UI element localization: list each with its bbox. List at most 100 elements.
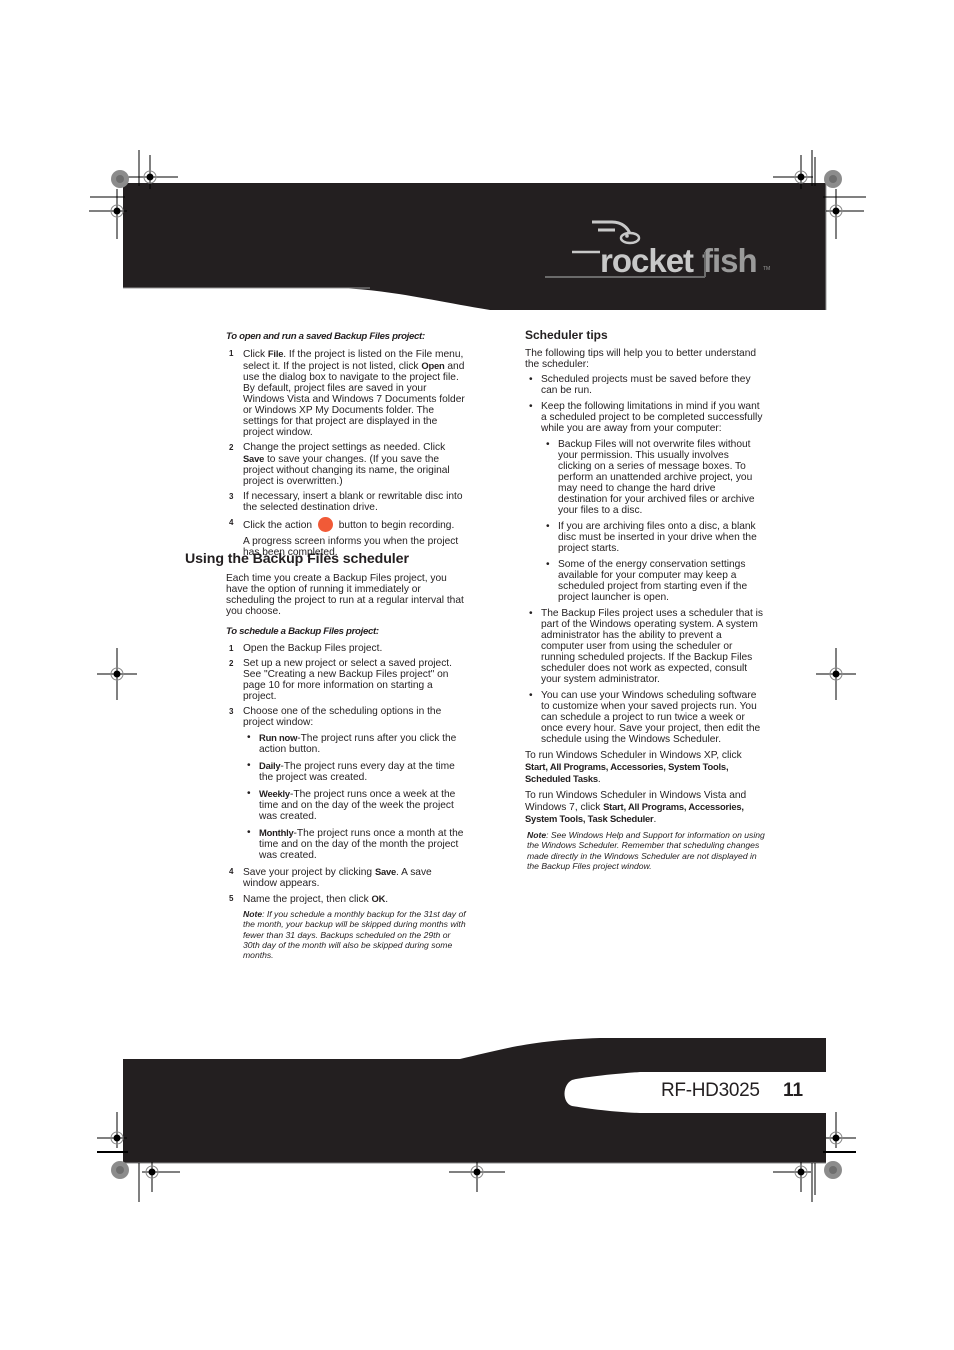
- tip-text: Keep the following limitations in mind i…: [541, 401, 763, 434]
- schedule-step-4: 4 Save your project by clicking Save. A s…: [226, 866, 466, 889]
- bullet: •: [529, 401, 533, 412]
- schedule-step-3: 3 Choose one of the scheduling options in…: [226, 706, 466, 728]
- schedule-step-1: 1 Open the Backup Files project.: [226, 643, 466, 654]
- tip-item: • You can use your Windows scheduling sof…: [525, 690, 765, 745]
- option-label: Daily: [259, 760, 281, 771]
- step-text: .: [385, 894, 389, 905]
- tip-text: Scheduled projects must be saved before …: [541, 374, 751, 396]
- option-run-now: • Run now-The project runs after you clic…: [243, 732, 466, 755]
- bullet: •: [529, 690, 533, 701]
- tips-intro: The following tips will help you to bett…: [525, 348, 757, 370]
- vista-instructions: To run Windows Scheduler in Windows Vist…: [525, 790, 765, 825]
- page-decorations: rocket fish TM: [89, 150, 866, 1202]
- footer-model: RF-HD3025: [661, 1080, 760, 1102]
- step-number: 1: [229, 349, 234, 358]
- open-procedure-title: To open and run a saved Backup Files pro…: [226, 331, 425, 342]
- step-text: button to begin recording.: [335, 520, 455, 531]
- bullet: •: [529, 374, 533, 385]
- step-text: If necessary, insert a blank or rewritab…: [243, 491, 463, 513]
- bullet: •: [247, 788, 251, 799]
- windows-scheduler-note: Note: See Windows Help and Support for i…: [525, 830, 765, 871]
- open-step-1: 1 Click File. If the project is listed on…: [226, 348, 466, 438]
- instruction-end: .: [653, 814, 657, 825]
- schedule-step-2: 2 Set up a new project or select a saved …: [226, 658, 466, 702]
- note-label: Note: [243, 909, 263, 919]
- svg-text:fish: fish: [702, 242, 757, 279]
- subtip-text: Backup Files will not overwrite files wi…: [558, 439, 755, 516]
- step-text: Click the action: [243, 520, 315, 531]
- step-text: Name the project, then click: [243, 894, 372, 905]
- tip-text: You can use your Windows scheduling soft…: [541, 690, 761, 745]
- model-number: RF-HD3025: [661, 1080, 760, 1101]
- step-number: 5: [229, 894, 234, 903]
- schedule-options-list: • Run now-The project runs after you clic…: [226, 732, 466, 861]
- page-number: 11: [783, 1080, 804, 1101]
- option-label: Monthly: [259, 827, 294, 838]
- note-text: : If you schedule a monthly backup for t…: [243, 909, 466, 961]
- option-monthly: • Monthly-The project runs once a month a…: [243, 827, 466, 861]
- scheduler-section-heading: Using the Backup Files scheduler: [185, 551, 409, 567]
- subtip-text: If you are archiving files onto a disc, …: [558, 521, 757, 554]
- menu-path: Start, All Programs, Accessories, System…: [525, 761, 729, 784]
- bullet: •: [546, 559, 550, 570]
- monthly-note: Note: If you schedule a monthly backup f…: [226, 909, 466, 960]
- instruction-end: .: [597, 774, 601, 785]
- step-text: Save your project by clicking: [243, 867, 375, 878]
- step-number: 4: [229, 867, 234, 876]
- schedule-step-5: 5 Name the project, then click OK.: [226, 893, 466, 905]
- option-daily: • Daily-The project runs every day at the…: [243, 760, 466, 783]
- save-command-term: Save: [374, 866, 397, 877]
- step-number: 3: [229, 707, 234, 716]
- bullet: •: [247, 732, 251, 743]
- step-text: and use the dialog box to navigate to th…: [243, 361, 465, 438]
- bullet: •: [546, 521, 550, 532]
- svg-text:rocket: rocket: [600, 242, 694, 279]
- option-weekly: • Weekly-The project runs once a week at …: [243, 788, 466, 822]
- scheduler-intro: Each time you create a Backup Files proj…: [226, 573, 464, 617]
- note-label: Note: [527, 830, 547, 840]
- option-desc: -The project runs every day at the time …: [259, 761, 455, 783]
- tip-item: • Scheduled projects must be saved before…: [525, 374, 765, 396]
- schedule-procedure-title: To schedule a Backup Files project:: [226, 626, 379, 637]
- step-number: 4: [229, 518, 234, 527]
- tip-text: The Backup Files project uses a schedule…: [541, 608, 763, 685]
- step-text: to save your changes. (If you save the p…: [243, 454, 450, 487]
- bullet: •: [546, 439, 550, 450]
- svg-text:TM: TM: [763, 266, 770, 272]
- step-text: Change the project settings as needed. C…: [243, 442, 446, 453]
- right-column: The following tips will help you to bett…: [525, 348, 765, 871]
- action-record-button-icon: [317, 517, 333, 532]
- ok-command-term: OK: [371, 893, 386, 904]
- tip-item: • Keep the following limitations in mind …: [525, 401, 765, 434]
- option-label: Weekly: [259, 788, 290, 799]
- step-number: 3: [229, 492, 234, 501]
- note-text: : See Windows Help and Support for infor…: [527, 830, 765, 871]
- bullet: •: [247, 760, 251, 771]
- step-number: 1: [229, 644, 234, 653]
- subtip-item: • Some of the energy conservation setting…: [542, 559, 765, 603]
- subtip-item: • Backup Files will not overwrite files w…: [542, 439, 765, 516]
- file-menu-term: File: [267, 348, 284, 359]
- step-text: Choose one of the scheduling options in …: [243, 706, 442, 728]
- footer-page: 11: [783, 1080, 803, 1102]
- open-step-4: 4 Click the action button to begin record…: [226, 517, 466, 532]
- bullet: •: [529, 608, 533, 619]
- tip-item: • The Backup Files project uses a schedul…: [525, 608, 765, 685]
- left-column: To open and run a saved Backup Files pro…: [226, 331, 466, 562]
- step-number: 2: [229, 659, 234, 668]
- open-step-2: 2 Change the project settings as needed. …: [226, 442, 466, 487]
- option-label: Run now: [259, 732, 298, 743]
- limitations-list: • Backup Files will not overwrite files w…: [525, 439, 765, 603]
- step-text: Open the Backup Files project.: [243, 643, 383, 654]
- open-step-3: 3 If necessary, insert a blank or rewrita…: [226, 491, 466, 513]
- step-text: Click: [243, 349, 268, 360]
- save-command-term: Save: [243, 453, 265, 464]
- subtip-item: • If you are archiving files onto a disc,…: [542, 521, 765, 554]
- instruction-text: To run Windows Scheduler in Windows XP, …: [525, 750, 742, 761]
- scheduler-tips-heading: Scheduler tips: [525, 328, 608, 342]
- bullet: •: [247, 827, 251, 838]
- step-text: Set up a new project or select a saved p…: [243, 658, 452, 702]
- open-command-term: Open: [421, 360, 445, 371]
- scheduler-section: Each time you create a Backup Files proj…: [226, 573, 466, 960]
- subtip-text: Some of the energy conservation settings…: [558, 559, 748, 603]
